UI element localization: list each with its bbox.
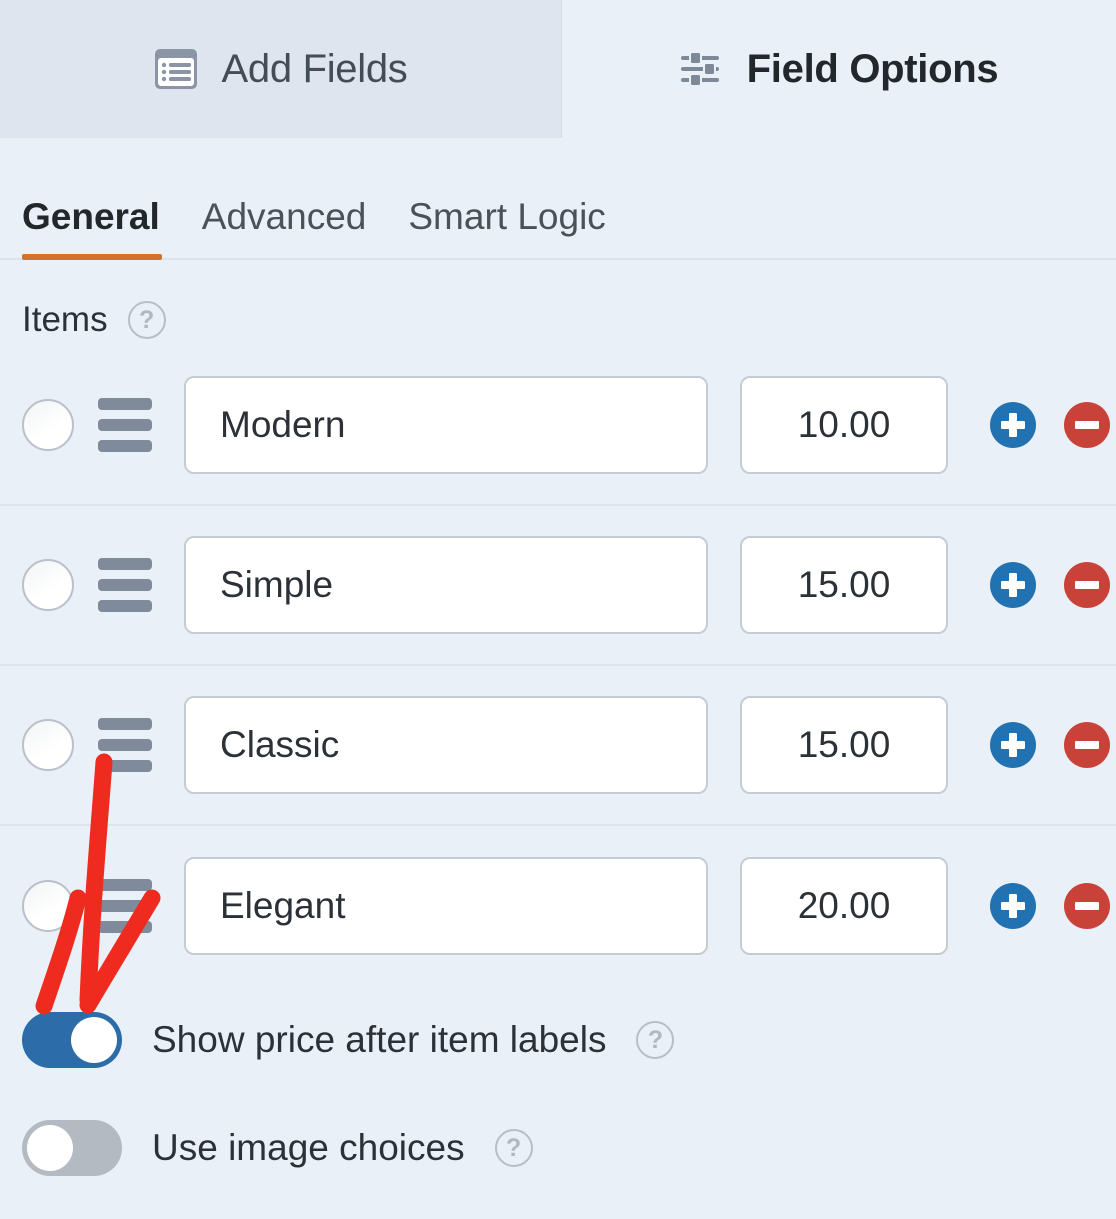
panel-tab-bar: Add Fields Field Options — [0, 0, 1116, 138]
show-price-toggle[interactable] — [22, 1012, 122, 1068]
row-actions — [990, 402, 1110, 448]
panel-tab-add-fields[interactable]: Add Fields — [0, 0, 562, 138]
toggle-row-image-choices: Use image choices ? — [0, 1094, 1116, 1202]
item-label-input[interactable] — [184, 857, 708, 955]
item-row — [0, 506, 1116, 666]
sliders-icon — [679, 49, 723, 89]
drag-handle-icon[interactable] — [98, 558, 152, 612]
remove-item-button[interactable] — [1064, 883, 1110, 929]
item-row — [0, 346, 1116, 506]
toggle-knob — [27, 1125, 73, 1171]
add-item-button[interactable] — [990, 883, 1036, 929]
item-label-input[interactable] — [184, 536, 708, 634]
list-fields-icon — [154, 48, 198, 90]
items-label: Items — [22, 300, 108, 339]
item-default-radio[interactable] — [22, 719, 74, 771]
items-help-icon[interactable]: ? — [127, 301, 166, 339]
show-price-help-icon[interactable]: ? — [636, 1021, 675, 1059]
row-actions — [990, 722, 1110, 768]
item-default-radio[interactable] — [22, 559, 74, 611]
item-label-input[interactable] — [184, 376, 708, 474]
use-image-choices-help-icon[interactable]: ? — [494, 1129, 533, 1167]
tab-advanced[interactable]: Advanced — [202, 196, 401, 258]
sub-tab-bar: General Advanced Smart Logic — [0, 138, 1116, 260]
item-row — [0, 666, 1116, 826]
tab-general[interactable]: General — [22, 196, 194, 260]
item-row — [0, 826, 1116, 986]
row-actions — [990, 562, 1110, 608]
add-item-button[interactable] — [990, 722, 1036, 768]
tab-smart-logic[interactable]: Smart Logic — [408, 196, 639, 258]
remove-item-button[interactable] — [1064, 402, 1110, 448]
item-price-input[interactable] — [740, 696, 948, 794]
remove-item-button[interactable] — [1064, 562, 1110, 608]
item-price-input[interactable] — [740, 536, 948, 634]
drag-handle-icon[interactable] — [98, 879, 152, 933]
add-item-button[interactable] — [990, 402, 1036, 448]
toggle-knob — [71, 1017, 117, 1063]
remove-item-button[interactable] — [1064, 722, 1110, 768]
use-image-choices-toggle[interactable] — [22, 1120, 122, 1176]
item-default-radio[interactable] — [22, 880, 74, 932]
panel-tab-add-fields-label: Add Fields — [221, 46, 408, 91]
item-label-input[interactable] — [184, 696, 708, 794]
add-item-button[interactable] — [990, 562, 1036, 608]
panel-tab-field-options-label: Field Options — [746, 46, 999, 91]
show-price-label: Show price after item labels — [152, 1019, 607, 1060]
item-price-input[interactable] — [740, 376, 948, 474]
items-list — [0, 346, 1116, 986]
item-default-radio[interactable] — [22, 399, 74, 451]
use-image-choices-label: Use image choices — [152, 1127, 465, 1168]
items-header: Items ? — [0, 260, 1116, 346]
drag-handle-icon[interactable] — [98, 718, 152, 772]
drag-handle-icon[interactable] — [98, 398, 152, 452]
item-price-input[interactable] — [740, 857, 948, 955]
row-actions — [990, 883, 1110, 929]
panel-tab-field-options[interactable]: Field Options — [562, 0, 1115, 138]
toggle-row-show-price: Show price after item labels ? — [0, 986, 1116, 1094]
field-options-panel: Add Fields Field Options General Advance… — [0, 0, 1116, 1219]
